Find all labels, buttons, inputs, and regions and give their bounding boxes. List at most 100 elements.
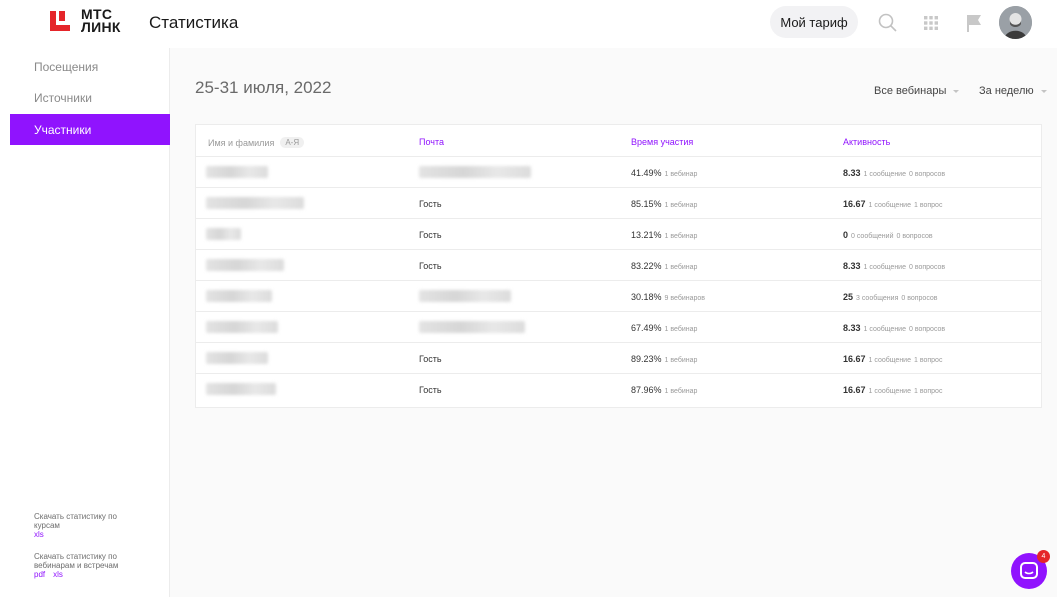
webinar-count: 1 вебинар (664, 264, 698, 271)
download-courses-block: Скачать статистику по курсам xls (34, 512, 134, 539)
sidebar-item-label: Участники (34, 122, 92, 137)
download-webinars-block: Скачать статистику по вебинарам и встреч… (34, 552, 134, 579)
column-name-label: Имя и фамилия (208, 137, 275, 148)
webinar-count: 1 вебинар (664, 357, 698, 364)
activity-score: 0 (843, 230, 849, 240)
name-cell-redacted (206, 321, 278, 335)
activity-cell: 16.67 1 сообщение 1 вопрос (843, 354, 942, 364)
activity-score: 25 (843, 292, 854, 302)
question-count: 1 вопрос (914, 388, 943, 395)
activity-cell: 8.33 1 сообщение 0 вопросов (843, 261, 945, 271)
search-icon[interactable] (877, 12, 899, 34)
name-cell-redacted (206, 290, 272, 304)
time-percent: 83.22% (631, 261, 662, 271)
activity-cell: 16.67 1 сообщение 1 вопрос (843, 199, 942, 209)
question-count: 1 вопрос (914, 357, 943, 364)
question-count: 0 вопросов (909, 326, 946, 333)
name-cell-redacted (206, 259, 284, 273)
table-row[interactable]: Гость 85.15% 1 вебинар 16.67 1 сообщение 1 … (196, 188, 1041, 219)
logo-line-2: ЛИНК (81, 19, 121, 35)
flag-icon[interactable] (963, 12, 985, 34)
time-percent: 85.15% (631, 199, 662, 209)
activity-cell: 00 сообщений 0 вопросов (843, 230, 933, 240)
mail-cell-redacted (419, 321, 525, 335)
participants-table: Имя и фамилия А-Я Почта Время участия Ак… (195, 124, 1042, 408)
name-cell-redacted (206, 383, 276, 397)
activity-score: 8.33 (843, 261, 861, 271)
table-row[interactable]: 41.49% 1 вебинар 8.33 1 сообщение 0 вопросо… (196, 157, 1041, 188)
sidebar-item-label: Источники (34, 90, 92, 105)
name-cell-redacted (206, 352, 268, 366)
column-time-header[interactable]: Время участия (631, 137, 693, 147)
time-cell: 83.22% 1 вебинар (631, 261, 697, 271)
chat-icon (1020, 562, 1038, 579)
table-row[interactable]: Гость 87.96% 1 вебинар 16.67 1 сообщение 1 … (196, 374, 1041, 405)
time-percent: 41.49% (631, 168, 662, 178)
webinar-count: 1 вебинар (664, 388, 698, 395)
download-courses-text: Скачать статистику по курсам (34, 512, 117, 530)
webinar-count: 1 вебинар (664, 202, 698, 209)
sidebar: Посещения Источники Участники Скачать ст… (0, 48, 170, 597)
column-name-header[interactable]: Имя и фамилия А-Я (208, 137, 305, 148)
activity-cell: 16.67 1 сообщение 1 вопрос (843, 385, 942, 395)
sidebar-item-sources[interactable]: Источники (10, 82, 170, 113)
table-row[interactable]: 30.18% 9 вебинаров 25 3 сообщения 0 вопросо… (196, 281, 1041, 312)
table-row[interactable]: Гость 13.21% 1 вебинар 00 сообщений 0 вопр… (196, 219, 1041, 250)
activity-score: 16.67 (843, 199, 866, 209)
question-count: 1 вопрос (914, 202, 943, 209)
message-count: 1 сообщение (868, 357, 911, 364)
time-cell: 67.49% 1 вебинар (631, 323, 697, 333)
mail-cell: Гость (419, 261, 442, 271)
table-header: Имя и фамилия А-Я Почта Время участия Ак… (196, 125, 1041, 157)
name-cell-redacted (206, 197, 304, 211)
mail-cell-redacted (419, 290, 511, 304)
webinars-filter-dropdown[interactable]: Все вебинары (874, 85, 960, 97)
sidebar-item-label: Посещения (34, 59, 99, 74)
activity-score: 8.33 (843, 168, 861, 178)
message-count: 1 сообщение (863, 326, 906, 333)
download-webinars-pdf-link[interactable]: pdf (34, 570, 45, 579)
name-cell-redacted (206, 228, 241, 242)
name-cell-redacted (206, 166, 268, 180)
message-count: 3 сообщения (856, 295, 899, 302)
time-cell: 89.23% 1 вебинар (631, 354, 697, 364)
column-activity-header[interactable]: Активность (843, 137, 890, 147)
user-avatar[interactable] (999, 6, 1032, 39)
message-count: 1 сообщение (863, 171, 906, 178)
mail-cell: Гость (419, 385, 442, 395)
time-cell: 85.15% 1 вебинар (631, 199, 697, 209)
table-row[interactable]: 67.49% 1 вебинар 8.33 1 сообщение 0 вопросо… (196, 312, 1041, 343)
table-row[interactable]: Гость 83.22% 1 вебинар 8.33 1 сообщение 0 в… (196, 250, 1041, 281)
sidebar-item-participants[interactable]: Участники (10, 114, 170, 145)
logo-text: МТС ЛИНК (81, 7, 121, 35)
apps-grid-icon[interactable] (920, 12, 942, 34)
activity-cell: 8.33 1 сообщение 0 вопросов (843, 168, 945, 178)
webinar-count: 9 вебинаров (664, 295, 706, 302)
time-percent: 89.23% (631, 354, 662, 364)
activity-cell: 8.33 1 сообщение 0 вопросов (843, 323, 945, 333)
download-courses-xls-link[interactable]: xls (34, 530, 44, 539)
download-webinars-xls-link[interactable]: xls (53, 570, 63, 579)
activity-score: 8.33 (843, 323, 861, 333)
page-title: Статистика (149, 13, 239, 32)
activity-score: 16.67 (843, 354, 866, 364)
download-webinars-text: Скачать статистику по вебинарам и встреч… (34, 552, 119, 570)
message-count: 1 сообщение (863, 264, 906, 271)
chat-notification-badge: 4 (1037, 550, 1050, 563)
my-tariff-button[interactable]: Мой тариф (770, 6, 858, 38)
time-percent: 30.18% (631, 292, 662, 302)
chevron-down-icon (953, 89, 960, 93)
question-count: 0 вопросов (901, 295, 938, 302)
column-mail-header[interactable]: Почта (419, 137, 444, 147)
time-percent: 87.96% (631, 385, 662, 395)
mts-logo-icon (50, 11, 70, 31)
mts-link-logo[interactable]: МТС ЛИНК (48, 7, 121, 35)
sort-order-badge[interactable]: А-Я (280, 137, 305, 148)
table-row[interactable]: Гость 89.23% 1 вебинар 16.67 1 сообщение 1 … (196, 343, 1041, 374)
time-cell: 41.49% 1 вебинар (631, 168, 697, 178)
period-filter-dropdown[interactable]: За неделю (979, 85, 1047, 97)
sidebar-item-visits[interactable]: Посещения (10, 51, 170, 82)
top-header: МТС ЛИНК Статистика Мой тариф (0, 0, 1057, 48)
date-range-title: 25-31 июля, 2022 (195, 78, 332, 97)
activity-score: 16.67 (843, 385, 866, 395)
